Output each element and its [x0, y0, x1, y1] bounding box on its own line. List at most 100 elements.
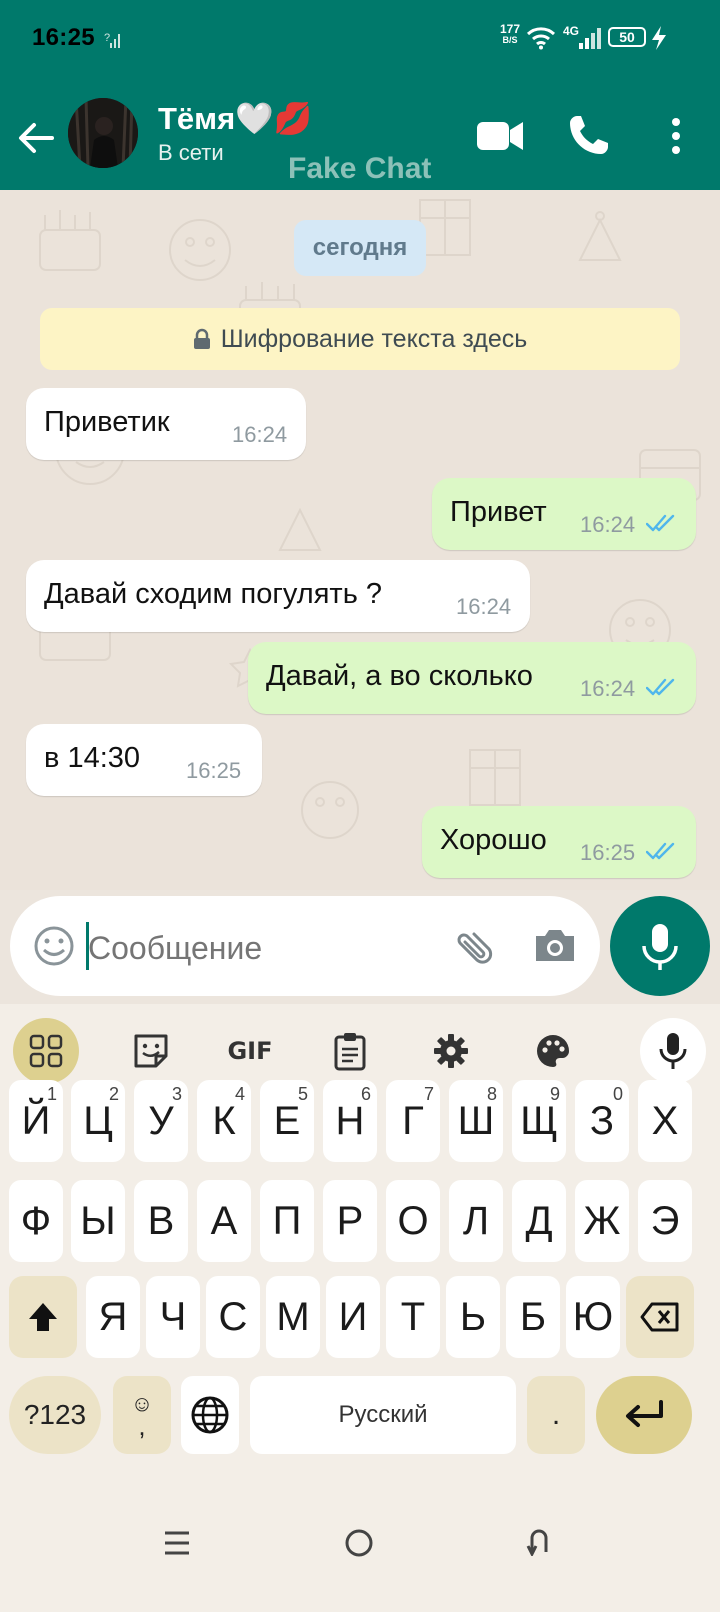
attach-paperclip-icon[interactable] [452, 922, 500, 970]
message-input[interactable] [88, 926, 428, 970]
key[interactable]: Ю [566, 1276, 620, 1358]
battery-level: 50 [619, 29, 635, 45]
key[interactable]: Г7 [386, 1080, 440, 1162]
key[interactable]: Э [638, 1180, 692, 1262]
key[interactable]: Д [512, 1180, 566, 1262]
period-key[interactable]: . [527, 1376, 585, 1454]
key-label: Э [650, 1198, 680, 1243]
palette-icon [537, 1035, 570, 1067]
emoji-icon[interactable] [32, 924, 76, 968]
key[interactable]: С [206, 1276, 260, 1358]
back-nav-icon[interactable] [524, 1526, 554, 1556]
home-icon[interactable] [344, 1528, 374, 1558]
date-chip: сегодня [294, 220, 426, 276]
key[interactable]: Ч [146, 1276, 200, 1358]
theme-button[interactable] [520, 1018, 586, 1084]
gif-button[interactable]: GIF [217, 1018, 283, 1084]
battery-icon: 50 [608, 27, 646, 47]
keyboard-apps-button[interactable] [13, 1018, 79, 1084]
network-type: 4G [563, 24, 580, 38]
key[interactable]: К4 [197, 1080, 251, 1162]
key-label: Й [21, 1098, 51, 1143]
key[interactable]: Е5 [260, 1080, 314, 1162]
key-label: Ш [457, 1098, 495, 1143]
key[interactable]: Ц2 [71, 1080, 125, 1162]
message-bubble-outgoing[interactable]: Давай, а во сколько 16:24 [248, 642, 696, 714]
message-text: Привет [450, 496, 547, 528]
settings-button[interactable] [418, 1018, 484, 1084]
message-bubble-incoming[interactable]: Приветик 16:24 [26, 388, 306, 460]
message-text: в 14:30 [44, 742, 141, 774]
key[interactable]: З0 [575, 1080, 629, 1162]
encryption-notice[interactable]: Шифрование текста здесь [40, 308, 680, 370]
key[interactable]: Я [86, 1276, 140, 1358]
voice-record-button[interactable] [610, 896, 710, 996]
key[interactable]: В [134, 1180, 188, 1262]
clipboard-button[interactable] [317, 1018, 383, 1084]
globe-icon [191, 1396, 229, 1434]
key-label: У [148, 1098, 174, 1143]
key[interactable]: Т [386, 1276, 440, 1358]
key[interactable]: А [197, 1180, 251, 1262]
key[interactable]: Ф [9, 1180, 63, 1262]
key-hint: 6 [360, 1084, 371, 1104]
voice-call-icon[interactable] [564, 112, 612, 160]
key[interactable]: Й1 [9, 1080, 63, 1162]
key-label: М [276, 1294, 310, 1339]
symbols-key[interactable]: ?123 [9, 1376, 101, 1454]
message-bubble-incoming[interactable]: в 14:30 16:25 [26, 724, 262, 796]
key[interactable]: Б [506, 1276, 560, 1358]
key[interactable]: Х [638, 1080, 692, 1162]
key-label: Г [402, 1098, 424, 1143]
sticker-button[interactable] [118, 1018, 184, 1084]
gif-label: GIF [227, 1037, 273, 1065]
key[interactable]: Н6 [323, 1080, 377, 1162]
key[interactable]: Ж [575, 1180, 629, 1262]
message-bubble-incoming[interactable]: Давай сходим погулять ? 16:24 [26, 560, 530, 632]
video-call-icon[interactable] [476, 112, 524, 160]
message-time: 16:24 [456, 594, 512, 619]
key[interactable]: Ы [71, 1180, 125, 1262]
system-navigation-bar [0, 1520, 720, 1612]
key[interactable]: П [260, 1180, 314, 1262]
camera-icon[interactable] [532, 922, 578, 968]
back-arrow-icon[interactable] [14, 116, 58, 160]
emoji-comma-key[interactable]: ☺ , [113, 1376, 171, 1454]
contact-status: В сети [158, 140, 224, 165]
message-bubble-outgoing[interactable]: Хорошо 16:25 [422, 806, 696, 878]
status-time: 16:25 [32, 24, 95, 51]
message-text: Приветик [44, 406, 170, 438]
contact-name[interactable]: Тёмя🤍💋 [158, 100, 312, 137]
wifi-icon [526, 27, 556, 50]
key[interactable]: Ь [446, 1276, 500, 1358]
key-label: Б [519, 1294, 547, 1339]
key-label: Ф [20, 1198, 52, 1243]
no-sim-signal-icon: ? [104, 32, 120, 48]
language-key[interactable] [181, 1376, 239, 1454]
key[interactable]: Л [449, 1180, 503, 1262]
contact-avatar[interactable] [68, 98, 138, 168]
key[interactable]: М [266, 1276, 320, 1358]
signal-icon [579, 28, 601, 49]
key[interactable]: Р [323, 1180, 377, 1262]
key-label: К [212, 1098, 236, 1143]
voice-input-button[interactable] [640, 1018, 706, 1084]
shift-key[interactable] [9, 1276, 77, 1358]
key[interactable]: Ш8 [449, 1080, 503, 1162]
space-key[interactable]: Русский [250, 1376, 516, 1454]
encryption-notice-text: Шифрование текста здесь [220, 324, 528, 353]
key-label: Я [98, 1294, 128, 1339]
backspace-key[interactable] [626, 1276, 694, 1358]
enter-key[interactable] [596, 1376, 692, 1454]
key-label: Н [335, 1098, 365, 1143]
key[interactable]: Щ9 [512, 1080, 566, 1162]
key[interactable]: И [326, 1276, 380, 1358]
key[interactable]: О [386, 1180, 440, 1262]
key[interactable]: У3 [134, 1080, 188, 1162]
shift-arrow-icon [29, 1303, 57, 1331]
recent-apps-icon[interactable] [162, 1528, 192, 1558]
key-hint: 3 [171, 1084, 182, 1104]
message-bubble-outgoing[interactable]: Привет 16:24 [432, 478, 696, 550]
sticker-icon [134, 1034, 168, 1068]
more-options-icon[interactable] [652, 112, 700, 160]
